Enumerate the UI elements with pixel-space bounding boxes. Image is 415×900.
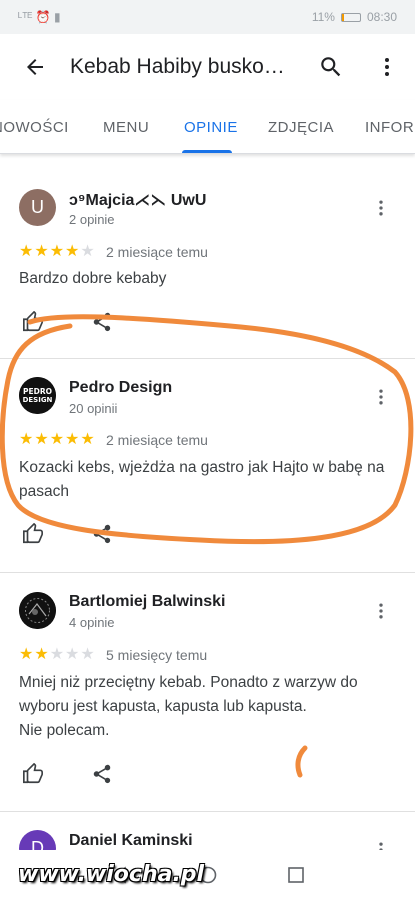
tab-menu[interactable]: MENU: [103, 100, 149, 153]
page-title: Kebab Habiby busko…: [70, 55, 285, 78]
divider: [0, 811, 415, 812]
star-empty-icon: ★: [80, 646, 95, 663]
avatar[interactable]: U: [19, 189, 56, 226]
star-empty-icon: ★: [80, 243, 95, 260]
review-author[interactable]: ↄ⁹Majcia⋌⋋ UwU: [69, 190, 206, 210]
avatar[interactable]: [19, 592, 56, 629]
thumb-up-icon: [23, 523, 43, 544]
tab-bar: NOWOŚCI MENU OPINIE ZDJĘCIA INFORM: [0, 100, 415, 154]
battery-percent: 11%: [311, 10, 335, 24]
review-time: 2 miesiące temu: [106, 244, 208, 260]
star-empty-icon: ★: [49, 646, 65, 663]
tab-reviews[interactable]: OPINIE: [184, 100, 238, 153]
review-more-button[interactable]: [369, 385, 393, 409]
like-button[interactable]: [19, 760, 47, 788]
share-icon: [93, 524, 111, 544]
thumb-up-icon: [23, 311, 43, 332]
more-vert-icon: [379, 389, 383, 405]
more-vert-icon: [379, 603, 383, 619]
battery-fill: [341, 13, 344, 21]
status-bar: ᴸᵀᴱ ⏰ ▮ 11% 08:30: [0, 0, 415, 34]
avatar-letter: U: [31, 197, 44, 217]
divider: [0, 358, 415, 359]
review-text: Kozacki kebs, wjeżdża na gastro jak Hajt…: [19, 459, 385, 500]
review-author[interactable]: Bartlomiej Balwinski: [69, 593, 226, 611]
star-filled-icon: ★: [80, 431, 95, 448]
share-button[interactable]: [88, 520, 116, 548]
review-more-button[interactable]: [369, 196, 393, 220]
divider: [0, 572, 415, 573]
review-author-count: 2 opinie: [69, 212, 115, 227]
review-text: Mniej niż przeciętny kebab. Ponadto z wa…: [19, 674, 358, 739]
star-filled-icon: ★: [65, 431, 80, 448]
share-icon: [93, 764, 111, 784]
svg-text:DESIGN: DESIGN: [23, 396, 53, 404]
star-filled-icon: ★: [19, 243, 34, 260]
review-author[interactable]: Daniel Kaminski: [69, 832, 193, 850]
search-icon: [321, 57, 341, 77]
star-filled-icon: ★: [19, 646, 34, 663]
review-time: 2 miesiące temu: [106, 432, 208, 448]
more-vert-icon: [385, 58, 389, 76]
search-button[interactable]: [303, 34, 359, 100]
review-text: Bardzo dobre kebaby: [19, 270, 167, 287]
active-tab-indicator: [182, 150, 232, 153]
review-author-count: 4 opinie: [69, 615, 115, 630]
status-icons: ᴸᵀᴱ ⏰ ▮: [18, 10, 61, 24]
review-author[interactable]: Pedro Design: [69, 379, 172, 397]
avatar-image: [19, 592, 56, 629]
share-button[interactable]: [88, 760, 116, 788]
star-rating: ★ ★ ★ ★ ★: [19, 244, 95, 260]
review-time: 5 miesięcy temu: [106, 647, 208, 663]
avatar[interactable]: PEDRO DESIGN: [19, 377, 56, 414]
recents-square-icon[interactable]: [287, 866, 305, 884]
star-filled-icon: ★: [34, 243, 49, 260]
share-button[interactable]: [88, 308, 116, 336]
share-icon: [93, 312, 111, 332]
star-filled-icon: ★: [49, 431, 65, 448]
like-button[interactable]: [19, 308, 47, 336]
watermark: www.wiocha.pl: [18, 862, 205, 887]
star-filled-icon: ★: [65, 243, 80, 260]
review-author-count: 20 opinii: [69, 401, 118, 416]
like-button[interactable]: [19, 520, 47, 548]
star-rating: ★ ★ ★ ★ ★: [19, 432, 95, 448]
star-rating: ★ ★ ★ ★ ★: [19, 647, 95, 663]
tab-info[interactable]: INFORM: [365, 100, 415, 153]
star-filled-icon: ★: [34, 431, 49, 448]
svg-text:PEDRO: PEDRO: [23, 387, 52, 396]
star-filled-icon: ★: [34, 646, 49, 663]
star-filled-icon: ★: [49, 243, 65, 260]
clock: 08:30: [366, 10, 397, 24]
status-icons-text: ᴸᵀᴱ ⏰ ▮: [18, 10, 61, 24]
star-empty-icon: ★: [65, 646, 80, 663]
tab-photos[interactable]: ZDJĘCIA: [268, 100, 334, 153]
review-more-button[interactable]: [369, 599, 393, 623]
battery-icon: [340, 12, 361, 22]
thumb-up-icon: [23, 763, 43, 784]
tab-updates[interactable]: NOWOŚCI: [0, 100, 69, 153]
app-bar: Kebab Habiby busko…: [0, 34, 415, 100]
overflow-menu-button[interactable]: [359, 34, 415, 100]
more-vert-icon: [379, 200, 383, 216]
pedro-design-logo: PEDRODESIGN: [19, 377, 56, 414]
back-arrow-icon: [27, 59, 43, 75]
star-filled-icon: ★: [19, 431, 34, 448]
status-right: 11% 08:30: [312, 10, 397, 24]
back-button[interactable]: [0, 34, 70, 100]
